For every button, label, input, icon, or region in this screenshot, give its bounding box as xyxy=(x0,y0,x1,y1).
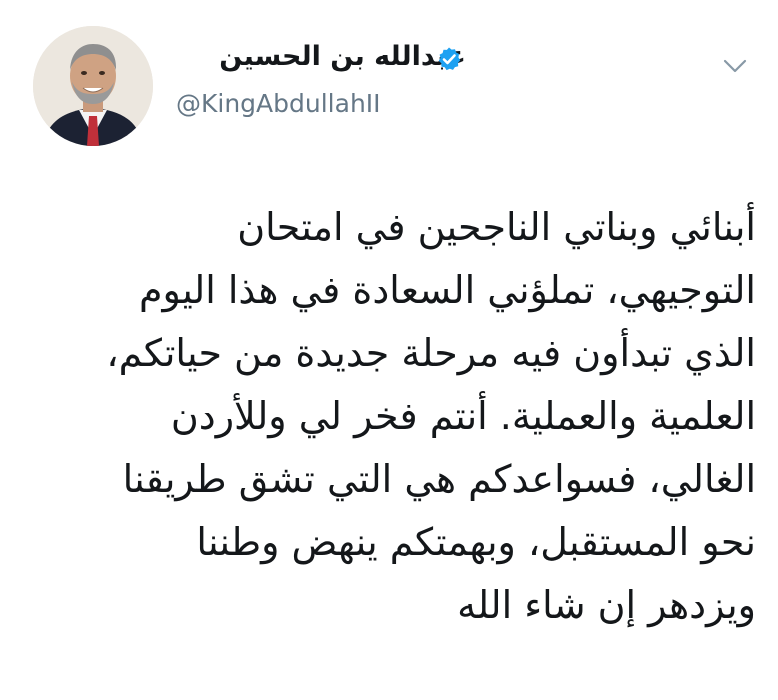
tweet-line: التوجيهي، تملؤني السعادة في هذا اليوم xyxy=(139,268,756,312)
tweet-line: أبنائي وبناتي الناجحين في امتحان xyxy=(237,205,756,249)
tweet-line: العلمية والعملية. أنتم فخر لي وللأردن xyxy=(170,394,756,438)
tweet-line: الغالي، فسواعدكم هي التي تشق طريقنا xyxy=(122,457,756,501)
chevron-down-icon[interactable] xyxy=(722,56,748,76)
tweet-header: عبدالله بن الحسين @KingAbdullahII xyxy=(0,0,778,160)
tweet-line: الذي تبدأون فيه مرحلة جديدة من حياتكم، xyxy=(106,331,756,375)
verified-badge-icon xyxy=(438,47,461,71)
user-handle[interactable]: @KingAbdullahII xyxy=(176,88,381,120)
tweet-text: أبنائي وبناتي الناجحين في امتحان التوجيه… xyxy=(26,196,756,637)
avatar[interactable] xyxy=(33,26,153,146)
display-name[interactable]: عبدالله بن الحسين xyxy=(219,40,466,74)
profile-photo xyxy=(33,26,153,146)
tweet-line: ويزدهر إن شاء الله xyxy=(457,583,756,627)
tweet-line: نحو المستقبل، وبهمتكم ينهض وطننا xyxy=(196,520,756,564)
